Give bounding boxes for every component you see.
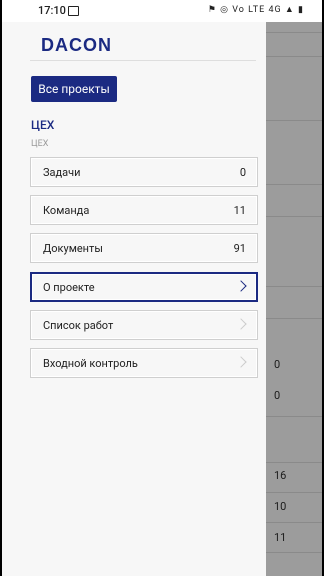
chevron-right-icon xyxy=(235,318,247,330)
menu-item-documents[interactable]: Документы 91 xyxy=(30,233,258,263)
menu-item-incoming-control[interactable]: Входной контроль xyxy=(30,348,258,378)
menu-item-count: 11 xyxy=(233,204,246,217)
background-content xyxy=(264,22,322,576)
menu-item-label: Входной контроль xyxy=(43,357,138,370)
project-title: ЦЕХ xyxy=(31,118,55,132)
chevron-right-icon xyxy=(235,356,247,368)
menu-item-label: Команда xyxy=(43,204,90,217)
project-subtitle: ЦЕХ xyxy=(31,139,49,149)
menu-item-label: Список работ xyxy=(43,319,114,332)
menu-item-tasks[interactable]: Задачи 0 xyxy=(30,157,258,187)
menu-item-about-project[interactable]: О проекте xyxy=(30,272,258,302)
all-projects-button[interactable]: Все проекты xyxy=(31,76,117,102)
status-time: 17:10 xyxy=(38,4,66,17)
divider xyxy=(30,60,256,61)
status-bar: 17:10 ⚑ ◎ Vo LTE 4G ▲ ▮ xyxy=(2,0,322,22)
background-number: 11 xyxy=(274,531,287,544)
menu-item-label: О проекте xyxy=(43,281,95,294)
background-number: 16 xyxy=(274,469,287,482)
menu-item-team[interactable]: Команда 11 xyxy=(30,195,258,225)
chevron-right-icon xyxy=(235,280,247,292)
navigation-drawer: DACON Все проекты ЦЕХ ЦЕХ Задачи 0 Коман… xyxy=(2,22,266,576)
background-number: 0 xyxy=(274,389,281,402)
menu-item-label: Задачи xyxy=(43,166,81,179)
status-icons: ⚑ ◎ Vo LTE 4G ▲ ▮ xyxy=(207,5,304,15)
background-number: 0 xyxy=(274,358,281,371)
menu-item-label: Документы xyxy=(43,242,103,255)
screen: 0 0 16 10 11 17:10 ⚑ ◎ Vo LTE 4G ▲ ▮ DAC… xyxy=(2,0,322,576)
menu-item-count: 0 xyxy=(239,166,246,179)
menu-item-count: 91 xyxy=(233,242,246,255)
brand-logo: DACON xyxy=(41,35,112,55)
menu-item-work-list[interactable]: Список работ xyxy=(30,310,258,340)
image-notification-icon xyxy=(68,6,79,16)
background-number: 10 xyxy=(274,500,287,513)
